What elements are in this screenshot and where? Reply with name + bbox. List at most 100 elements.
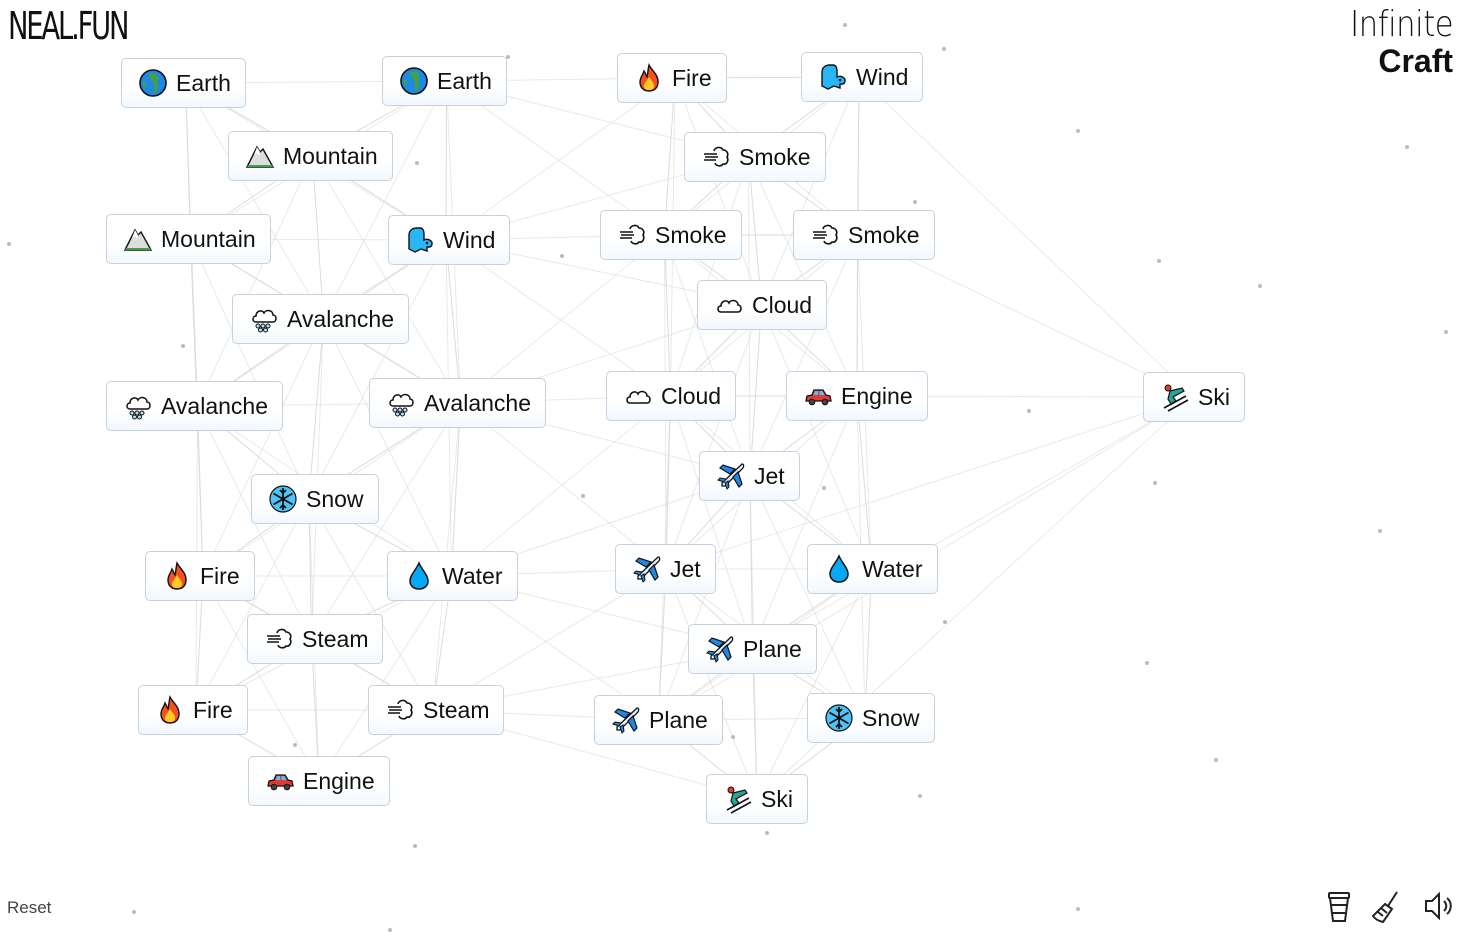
water-icon bbox=[404, 561, 434, 591]
element-node-plane[interactable]: Plane bbox=[688, 624, 817, 674]
brand-line-1: Infinite bbox=[1349, 4, 1453, 45]
background-particle bbox=[132, 910, 136, 914]
element-label: Ski bbox=[1198, 383, 1230, 410]
element-node-snow[interactable]: Snow bbox=[807, 693, 935, 743]
element-node-steam[interactable]: Steam bbox=[368, 685, 505, 735]
broom-icon[interactable] bbox=[1369, 888, 1403, 924]
background-particle bbox=[415, 161, 419, 165]
connection-line bbox=[202, 575, 320, 782]
avalanche-icon bbox=[123, 391, 153, 421]
element-node-ski[interactable]: Ski bbox=[706, 774, 808, 824]
element-label: Wind bbox=[856, 63, 909, 90]
background-particle bbox=[581, 494, 585, 498]
background-particle bbox=[913, 200, 917, 204]
element-label: Jet bbox=[670, 555, 701, 582]
plane-icon bbox=[716, 461, 746, 491]
connection-line bbox=[308, 498, 433, 711]
car-icon bbox=[803, 381, 833, 411]
ski-icon bbox=[723, 784, 753, 814]
element-node-smoke[interactable]: Smoke bbox=[600, 210, 742, 260]
background-particle bbox=[1444, 330, 1448, 334]
reset-button[interactable]: Reset bbox=[7, 898, 51, 918]
element-node-engine[interactable]: Engine bbox=[786, 371, 928, 421]
element-label: Plane bbox=[649, 706, 708, 733]
connection-line bbox=[308, 239, 447, 500]
element-node-wind[interactable]: Wind bbox=[801, 52, 924, 102]
element-node-fire[interactable]: Fire bbox=[138, 685, 248, 735]
element-node-engine[interactable]: Engine bbox=[248, 756, 390, 806]
background-particle bbox=[1153, 481, 1157, 485]
smoke-icon bbox=[810, 220, 840, 250]
element-label: Water bbox=[442, 562, 503, 589]
element-label: Smoke bbox=[848, 221, 920, 248]
connection-line bbox=[190, 238, 310, 500]
element-label: Smoke bbox=[739, 143, 811, 170]
smoke-icon bbox=[264, 624, 294, 654]
element-node-wind[interactable]: Wind bbox=[388, 215, 511, 265]
earth-icon bbox=[399, 66, 429, 96]
element-node-avalanche[interactable]: Avalanche bbox=[369, 378, 546, 428]
element-node-smoke[interactable]: Smoke bbox=[684, 132, 826, 182]
element-node-plane[interactable]: Plane bbox=[594, 695, 723, 745]
brand-line-2: Craft bbox=[1378, 43, 1453, 79]
element-label: Earth bbox=[437, 67, 492, 94]
coffee-cup-icon[interactable] bbox=[1322, 888, 1356, 924]
element-node-water[interactable]: Water bbox=[807, 544, 938, 594]
element-node-mountain[interactable]: Mountain bbox=[228, 131, 393, 181]
element-node-jet[interactable]: Jet bbox=[615, 544, 716, 594]
connection-line bbox=[323, 80, 447, 320]
sound-icon[interactable] bbox=[1422, 888, 1456, 924]
background-particle bbox=[1076, 129, 1080, 133]
element-node-avalanche[interactable]: Avalanche bbox=[106, 381, 283, 431]
element-node-jet[interactable]: Jet bbox=[699, 451, 800, 501]
background-particle bbox=[1157, 259, 1161, 263]
element-label: Earth bbox=[176, 69, 231, 96]
background-particle bbox=[943, 620, 947, 624]
neal-fun-logo[interactable]: NEAL.FUN bbox=[8, 4, 130, 48]
cloud-icon bbox=[623, 381, 653, 411]
element-node-mountain[interactable]: Mountain bbox=[106, 214, 271, 264]
fire-icon bbox=[155, 695, 185, 725]
element-node-cloud[interactable]: Cloud bbox=[606, 371, 737, 421]
smoke-icon bbox=[701, 142, 731, 172]
connection-line bbox=[752, 395, 858, 650]
element-label: Cloud bbox=[752, 291, 813, 318]
plane-icon bbox=[611, 705, 641, 735]
background-particle bbox=[293, 743, 297, 747]
element-node-cloud[interactable]: Cloud bbox=[697, 280, 828, 330]
avalanche-icon bbox=[386, 388, 416, 418]
element-node-earth[interactable]: Earth bbox=[382, 56, 507, 106]
element-node-smoke[interactable]: Smoke bbox=[793, 210, 935, 260]
earth-icon bbox=[138, 68, 168, 98]
background-particle bbox=[1145, 661, 1149, 665]
element-label: Mountain bbox=[283, 142, 378, 169]
connection-line bbox=[756, 568, 872, 800]
background-particle bbox=[181, 344, 185, 348]
element-label: Avalanche bbox=[287, 305, 394, 332]
element-node-fire[interactable]: Fire bbox=[145, 551, 255, 601]
mountain-icon bbox=[245, 141, 275, 171]
background-particle bbox=[918, 794, 922, 798]
background-particle bbox=[1076, 907, 1080, 911]
element-node-steam[interactable]: Steam bbox=[247, 614, 384, 664]
element-node-snow[interactable]: Snow bbox=[251, 474, 379, 524]
background-particle bbox=[506, 55, 510, 59]
element-label: Snow bbox=[306, 485, 364, 512]
smoke-icon bbox=[385, 695, 415, 725]
smoke-icon bbox=[617, 220, 647, 250]
element-node-fire[interactable]: Fire bbox=[617, 53, 727, 103]
element-label: Fire bbox=[672, 64, 712, 91]
background-particle bbox=[1378, 529, 1382, 533]
background-particle bbox=[942, 47, 946, 51]
connection-line bbox=[749, 234, 858, 477]
element-node-ski[interactable]: Ski bbox=[1143, 372, 1245, 422]
element-label: Steam bbox=[423, 696, 490, 723]
element-node-water[interactable]: Water bbox=[387, 551, 518, 601]
element-node-earth[interactable]: Earth bbox=[121, 58, 246, 108]
car-icon bbox=[265, 766, 295, 796]
background-particle bbox=[1214, 758, 1218, 762]
cloud-icon bbox=[714, 290, 744, 320]
element-node-avalanche[interactable]: Avalanche bbox=[232, 294, 409, 344]
connection-line bbox=[761, 76, 860, 306]
element-label: Engine bbox=[841, 382, 913, 409]
